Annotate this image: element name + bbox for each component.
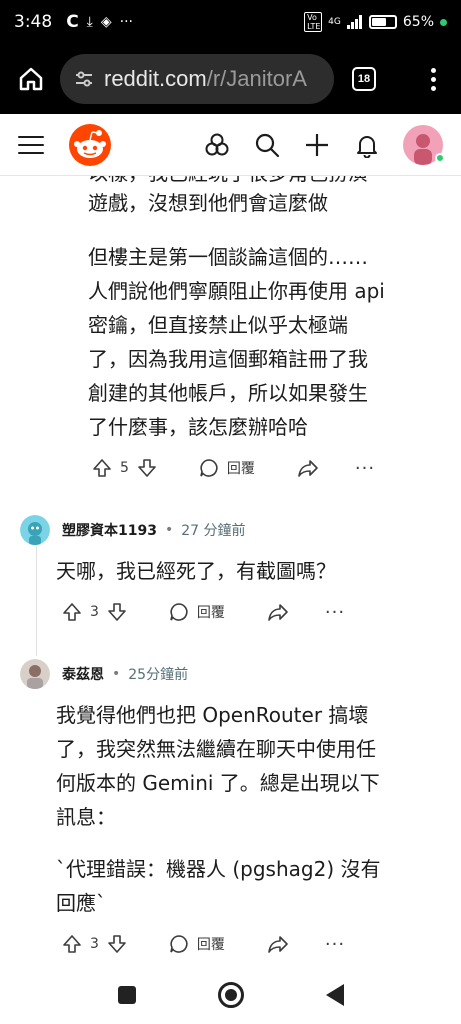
communities-icon[interactable]: [203, 131, 231, 159]
address-bar[interactable]: reddit.com/r/JanitorA: [60, 54, 334, 104]
comment-3-header: 泰茲恩 • 25分鐘前: [20, 658, 188, 690]
comment-3-line: 訊息：: [56, 805, 116, 829]
thread-line: [36, 546, 37, 656]
comment-1-line: 創建的其他帳戶，所以如果發生: [88, 381, 368, 405]
reply-label: 回覆: [196, 937, 225, 953]
comment-3-paragraph-2: `代理錯誤：機器人 (pgshag2) 沒有 回應`: [56, 852, 380, 920]
share-icon[interactable]: [267, 934, 289, 954]
vote-group: 3: [62, 602, 127, 622]
search-icon[interactable]: [253, 131, 281, 159]
downvote-icon[interactable]: [107, 934, 127, 954]
comment-2-header: 塑膠資本1193 • 27 分鐘前: [20, 514, 246, 546]
comment-2-text: 天哪，我已經死了，有截圖嗎？: [56, 554, 336, 588]
share-icon[interactable]: [297, 458, 319, 478]
privacy-indicator-icon: [440, 18, 447, 26]
status-time: 3:48: [14, 12, 53, 32]
signal-icon: [346, 15, 362, 29]
reply-button[interactable]: 回覆: [169, 934, 225, 954]
home-nav-button[interactable]: [217, 982, 244, 1008]
comment-bubble-icon: [170, 603, 188, 621]
comment-thread: 以樣，我已經玩了很多角色扮演 遊戲，沒想到他們會這麼做 但樓主是第一個談論這個的…: [0, 176, 461, 966]
comment-3-line: 我覺得他們也把 OpenRouter 搞壞: [56, 703, 369, 727]
vote-count: 3: [90, 604, 99, 620]
c-icon: C: [66, 12, 79, 32]
comment-1-line: 遊戲，沒想到他們會這麼做: [88, 191, 328, 215]
downvote-icon[interactable]: [137, 458, 157, 478]
home-button[interactable]: [12, 60, 50, 98]
shield-icon: ◈: [100, 14, 112, 30]
url-text: reddit.com/r/JanitorA: [104, 66, 307, 92]
hamburger-menu-icon[interactable]: [18, 135, 44, 154]
vote-count: 5: [120, 460, 129, 476]
comment-1-line: 了，因為我用這個郵箱註冊了我: [88, 347, 368, 371]
volte-icon: Vo LTE: [304, 12, 323, 32]
comment-3-time: 25分鐘前: [128, 667, 189, 683]
create-post-icon[interactable]: [303, 131, 331, 159]
user-avatar-button[interactable]: [403, 124, 445, 165]
vote-group: 3: [62, 934, 127, 954]
browser-toolbar: reddit.com/r/JanitorA 18: [0, 44, 461, 114]
back-button[interactable]: [325, 984, 344, 1006]
home-icon: [19, 67, 43, 91]
battery-icon: [368, 15, 397, 29]
comment-1-text-top: 遊戲，沒想到他們會這麼做: [88, 186, 328, 220]
comment-3-paragraph-1: 我覺得他們也把 OpenRouter 搞壞 了，我突然無法繼續在聊天中使用任 何…: [56, 698, 380, 834]
comment-3-username[interactable]: 泰茲恩: [62, 664, 104, 684]
url-path: /r/JanitorA: [206, 66, 307, 91]
reply-label: 回覆: [196, 605, 225, 621]
downvote-icon[interactable]: [107, 602, 127, 622]
comment-bubble-icon: [170, 935, 188, 953]
reddit-header: [0, 114, 461, 176]
reply-button[interactable]: 回覆: [199, 458, 255, 478]
comment-1-actions: 5 回覆 ···: [92, 454, 375, 482]
reddit-logo-icon[interactable]: [68, 123, 112, 167]
comment-3-avatar[interactable]: [20, 659, 50, 689]
online-status-dot: [435, 152, 445, 163]
upvote-icon[interactable]: [92, 458, 112, 478]
download-icon: ⤓: [86, 14, 93, 30]
vote-group: 5: [92, 458, 157, 478]
more-dots-icon: ···: [119, 14, 134, 30]
header-actions: [203, 124, 445, 165]
more-options-icon[interactable]: ···: [355, 458, 375, 479]
comment-1-line: 了什麼事，該怎麼辦哈哈: [88, 415, 308, 439]
comment-2-line: 天哪，我已經死了，有截圖嗎？: [56, 559, 336, 583]
network-label: 4G: [328, 17, 341, 27]
comment-1-line: 密鑰，但直接禁止似乎太極端: [88, 313, 348, 337]
comment-3-actions: 3 回覆 ···: [62, 930, 345, 958]
comment-2-actions: 3 回覆 ···: [62, 598, 345, 626]
status-right: Vo LTE 4G 65%: [304, 12, 447, 32]
vote-count: 3: [90, 936, 99, 952]
share-icon[interactable]: [267, 602, 289, 622]
recent-apps-button[interactable]: [117, 986, 136, 1004]
reply-button[interactable]: 回覆: [169, 602, 225, 622]
separator-dot: •: [164, 522, 174, 538]
more-options-icon[interactable]: ···: [325, 934, 345, 955]
site-settings-icon[interactable]: [74, 69, 94, 89]
comment-2-username[interactable]: 塑膠資本1193: [62, 520, 157, 540]
comment-2-time: 27 分鐘前: [181, 523, 246, 539]
url-host: reddit.com: [104, 66, 207, 91]
upvote-icon[interactable]: [62, 934, 82, 954]
system-navigation-bar: [0, 966, 461, 1024]
upvote-icon[interactable]: [62, 602, 82, 622]
reply-label: 回覆: [226, 461, 255, 477]
battery-percent: 65%: [402, 14, 434, 30]
comment-3-line: `代理錯誤：機器人 (pgshag2) 沒有: [56, 857, 381, 881]
comment-bubble-icon: [200, 459, 218, 477]
separator-dot: •: [112, 666, 121, 682]
comment-1-line: 但樓主是第一個談論這個的……: [88, 245, 368, 269]
comment-3-line: 了，我突然無法繼續在聊天中使用任: [56, 737, 376, 761]
comment-1-line: 人們說他們寧願阻止你再使用 api: [88, 279, 385, 303]
comment-1-paragraph: 但樓主是第一個談論這個的…… 人們說他們寧願阻止你再使用 api 密鑰，但直接禁…: [88, 240, 385, 444]
comment-3-line: 回應`: [56, 891, 106, 915]
notifications-bell-icon[interactable]: [353, 131, 381, 159]
comment-3-line: 何版本的 Gemini 了。總是出現以下: [56, 771, 380, 795]
more-options-icon[interactable]: ···: [325, 602, 345, 623]
comment-2-avatar[interactable]: [20, 515, 50, 545]
status-bar: 3:48 C ⤓ ◈ ··· Vo LTE 4G 65%: [0, 0, 461, 44]
browser-menu-icon[interactable]: [423, 67, 443, 91]
tab-switcher-button[interactable]: 18: [352, 67, 376, 91]
